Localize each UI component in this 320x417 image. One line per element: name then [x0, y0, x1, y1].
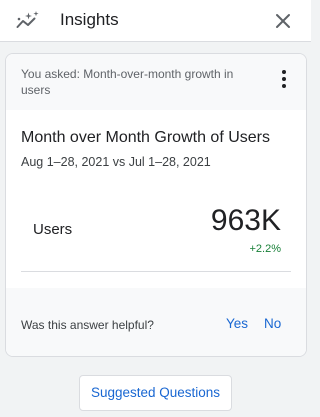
feedback-section: Was this answer helpful? Yes No	[6, 288, 306, 356]
panel-title: Insights	[60, 10, 119, 29]
more-vert-icon[interactable]	[274, 68, 294, 90]
close-icon[interactable]	[270, 8, 296, 34]
insight-title: Month over Month Growth of Users	[21, 129, 270, 146]
asked-question-section: You asked: Month-over-month growth in us…	[6, 54, 306, 110]
feedback-question: Was this answer helpful?	[21, 318, 154, 332]
suggested-questions-button[interactable]: Suggested Questions	[79, 375, 232, 411]
metric-label: Users	[33, 221, 73, 238]
no-button[interactable]: No	[264, 316, 281, 331]
insights-header: Insights	[0, 0, 311, 42]
divider	[21, 271, 291, 272]
asked-question-text: You asked: Month-over-month growth in us…	[21, 67, 234, 97]
metric-change: +2.2%	[249, 243, 282, 255]
date-range: Aug 1–28, 2021 vs Jul 1–28, 2021	[21, 155, 211, 169]
insight-card: You asked: Month-over-month growth in us…	[5, 53, 307, 357]
yes-button[interactable]: Yes	[226, 316, 248, 331]
metric-value: 963K	[210, 204, 281, 237]
insights-sparkle-icon	[16, 10, 40, 30]
